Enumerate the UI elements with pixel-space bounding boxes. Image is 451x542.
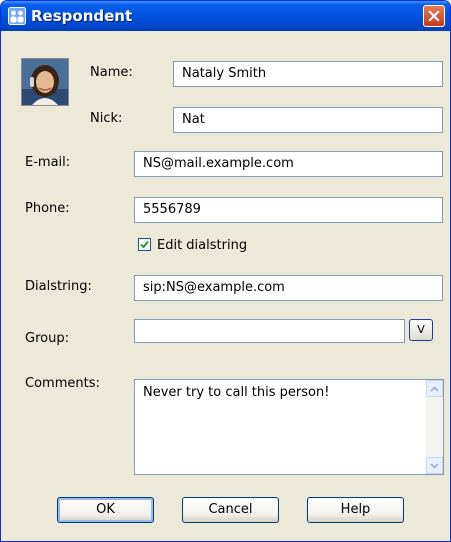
close-button[interactable] — [423, 5, 445, 27]
dialstring-field[interactable]: sip:NS@example.com — [134, 275, 443, 301]
comments-label: Comments: — [25, 376, 100, 391]
title-bar[interactable]: Respondent — [1, 1, 450, 31]
ok-button[interactable]: OK — [57, 497, 154, 523]
respondent-dialog: Respondent Name: Nataly Smith Nick: Nat … — [0, 0, 451, 542]
edit-dialstring-checkbox[interactable] — [138, 238, 151, 251]
group-dropdown-button[interactable]: V — [409, 319, 433, 341]
edit-dialstring-label[interactable]: Edit dialstring — [157, 238, 247, 253]
chevron-down-icon — [430, 462, 439, 469]
close-icon — [428, 10, 440, 22]
nick-label: Nick: — [90, 111, 123, 126]
chevron-up-icon — [430, 385, 439, 392]
phone-field[interactable]: 5556789 — [134, 197, 443, 223]
scroll-down-button[interactable] — [426, 457, 443, 474]
name-field[interactable]: Nataly Smith — [173, 61, 443, 87]
comments-text: Never try to call this person! — [143, 385, 330, 400]
checkmark-icon — [140, 240, 149, 249]
comments-textarea[interactable]: Never try to call this person! — [134, 379, 444, 475]
cancel-button[interactable]: Cancel — [182, 497, 279, 523]
name-label: Name: — [90, 65, 133, 80]
scroll-up-button[interactable] — [426, 380, 443, 397]
group-label: Group: — [25, 331, 69, 346]
email-label: E-mail: — [25, 155, 71, 170]
contacts-icon — [8, 7, 26, 25]
group-field[interactable] — [134, 319, 405, 343]
phone-label: Phone: — [25, 201, 70, 216]
dialog-body: Name: Nataly Smith Nick: Nat E-mail: NS@… — [4, 31, 447, 540]
help-button[interactable]: Help — [307, 497, 404, 523]
nick-field[interactable]: Nat — [173, 107, 443, 133]
window-title: Respondent — [31, 7, 133, 25]
dialstring-label: Dialstring: — [25, 279, 92, 294]
avatar — [21, 58, 69, 106]
comments-scrollbar[interactable] — [426, 380, 443, 474]
email-field[interactable]: NS@mail.example.com — [134, 151, 443, 177]
